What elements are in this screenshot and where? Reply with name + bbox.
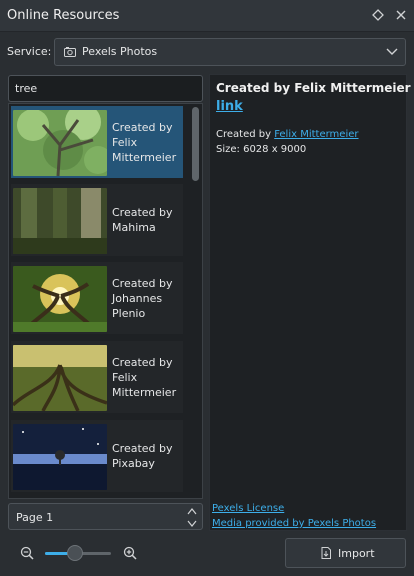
search-input[interactable] bbox=[8, 75, 203, 102]
title-bar: Online Resources bbox=[0, 0, 414, 32]
service-dropdown[interactable]: Pexels Photos bbox=[54, 38, 406, 66]
list-item[interactable]: Created by Felix Mittermeier bbox=[11, 106, 183, 178]
result-caption: Created by Johannes Plenio bbox=[112, 276, 173, 320]
results-list[interactable]: Created by Felix Mittermeier Created by … bbox=[8, 103, 203, 499]
result-caption: Created by Felix Mittermeier bbox=[112, 355, 177, 399]
provider-link[interactable]: Media provided by Pexels Photos bbox=[212, 518, 376, 529]
service-value: Pexels Photos bbox=[82, 45, 158, 58]
zoom-out-icon[interactable] bbox=[19, 545, 35, 561]
list-item[interactable]: Created by Pixabay bbox=[11, 420, 183, 492]
result-caption: Created by Felix Mittermeier bbox=[112, 120, 177, 164]
result-thumbnail bbox=[13, 345, 107, 411]
chevron-down-icon bbox=[385, 46, 399, 58]
chevron-down-icon[interactable] bbox=[186, 518, 198, 527]
list-scrollbar[interactable] bbox=[190, 104, 202, 498]
slider-handle[interactable] bbox=[66, 545, 83, 561]
result-thumbnail bbox=[13, 110, 107, 176]
page-spinbox[interactable]: Page 1 bbox=[8, 503, 203, 530]
close-icon[interactable] bbox=[393, 7, 409, 23]
result-thumbnail bbox=[13, 188, 107, 254]
result-thumbnail bbox=[13, 266, 107, 332]
list-item[interactable]: Created by Felix Mittermeier bbox=[11, 341, 183, 413]
license-link[interactable]: Pexels License bbox=[212, 503, 284, 514]
camera-icon bbox=[63, 45, 77, 59]
import-label: Import bbox=[338, 547, 375, 560]
detail-heading: Created by Felix Mittermeier bbox=[216, 81, 411, 95]
list-item[interactable]: Created by Mahima bbox=[11, 184, 183, 256]
zoom-slider[interactable] bbox=[45, 544, 111, 562]
scrollbar-thumb[interactable] bbox=[192, 107, 199, 181]
result-caption: Created by Mahima bbox=[112, 206, 173, 234]
import-button[interactable]: Import bbox=[285, 538, 406, 568]
author-link[interactable]: Felix Mittermeier bbox=[274, 129, 358, 140]
list-item[interactable]: Created by Johannes Plenio bbox=[11, 262, 183, 334]
import-file-icon bbox=[319, 546, 333, 560]
page-value: Page 1 bbox=[16, 511, 54, 524]
float-icon[interactable] bbox=[370, 7, 386, 23]
result-caption: Created by Pixabay bbox=[112, 442, 173, 470]
window-title: Online Resources bbox=[7, 8, 120, 23]
detail-size: Size: 6028 x 9000 bbox=[216, 144, 307, 155]
author-prefix: Created by bbox=[216, 129, 275, 140]
detail-link[interactable]: link bbox=[216, 99, 243, 114]
result-thumbnail bbox=[13, 424, 107, 490]
detail-panel: Created by Felix Mittermeier link Create… bbox=[209, 74, 411, 531]
detail-author-line: Created by Felix Mittermeier bbox=[216, 129, 359, 140]
service-label: Service: bbox=[7, 45, 52, 58]
chevron-up-icon[interactable] bbox=[186, 506, 198, 515]
zoom-in-icon[interactable] bbox=[122, 545, 138, 561]
